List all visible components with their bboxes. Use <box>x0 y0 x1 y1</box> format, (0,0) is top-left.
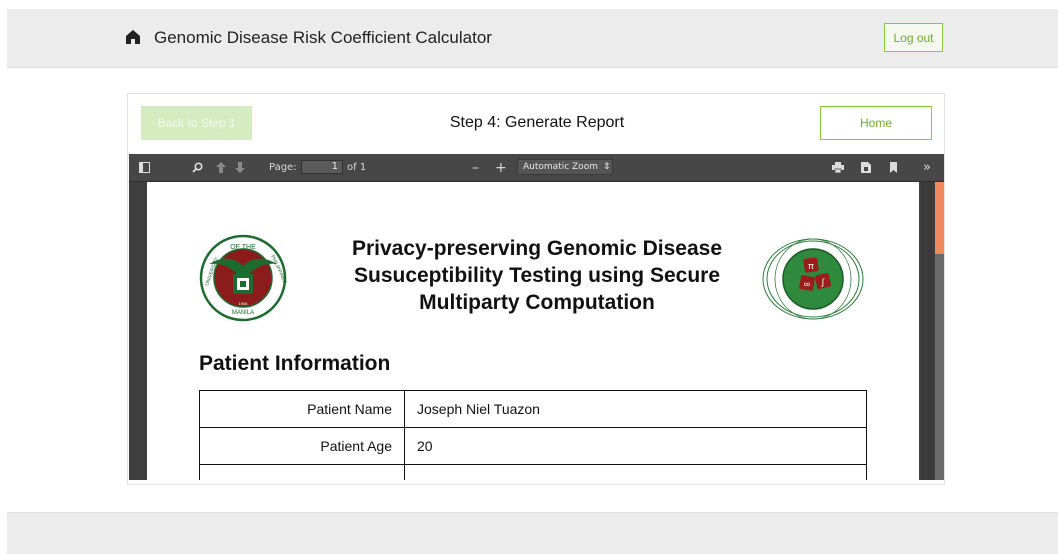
table-cell-label: Patient Name <box>199 390 405 428</box>
zoom-select[interactable]: Automatic Zoom ⇕ <box>517 159 613 175</box>
page-gutter <box>921 182 933 480</box>
patient-info-heading: Patient Information <box>199 352 391 375</box>
page-total: of 1 <box>347 162 367 173</box>
table-cell-value: 20 <box>404 427 867 465</box>
seal-bottom-text: MANILA <box>232 310 254 316</box>
seal-year: 1908 <box>239 301 249 306</box>
document-title-line: Privacy-preserving Genomic Disease <box>351 237 723 260</box>
page-label: Page: <box>269 162 297 173</box>
cas-logo: π ∞ ∫ <box>762 238 864 320</box>
scrollbar-track[interactable] <box>935 254 944 480</box>
next-page-icon[interactable] <box>235 154 245 181</box>
page-number-input[interactable]: 1 <box>301 160 343 174</box>
zoom-out-icon[interactable]: – <box>472 154 479 181</box>
table-row: Patient Name Joseph Niel Tuazon <box>199 390 867 428</box>
sidebar-toggle-icon[interactable] <box>139 154 150 181</box>
pdf-page: OF THE MANILA 1908 UNIVERSITY PHILIPPINE… <box>147 182 919 480</box>
scrollbar-thumb[interactable] <box>935 182 944 254</box>
table-row: Patient Age 20 <box>199 427 867 465</box>
tools-chevron-icon[interactable]: » <box>923 154 931 181</box>
zoom-select-value: Automatic Zoom <box>523 162 598 172</box>
patient-info-table: Patient Name Joseph Niel Tuazon Patient … <box>199 390 867 480</box>
previous-page-icon[interactable] <box>216 154 226 181</box>
pdf-viewer: Page: 1 of 1 – + Automatic Zoom ⇕ » OF T… <box>129 154 944 480</box>
pdf-toolbar: Page: 1 of 1 – + Automatic Zoom ⇕ » <box>129 154 944 182</box>
table-cell-label: Patient Age <box>199 427 405 465</box>
document-title-line: Susuceptibility Testing using Secure <box>353 264 720 287</box>
home-icon[interactable] <box>126 30 140 44</box>
bookmark-icon[interactable] <box>890 154 897 181</box>
up-manila-seal-logo: OF THE MANILA 1908 UNIVERSITY PHILIPPINE… <box>199 234 287 322</box>
table-cell-value <box>404 464 867 480</box>
svg-text:π: π <box>808 261 814 271</box>
step-title: Step 4: Generate Report <box>449 114 625 131</box>
zoom-in-icon[interactable]: + <box>495 154 507 181</box>
document-title: Privacy-preserving Genomic Disease Susuc… <box>327 235 747 316</box>
svg-text:∞: ∞ <box>804 279 810 289</box>
footer <box>7 512 1058 554</box>
table-cell-label <box>199 464 405 480</box>
seal-top-text: OF THE <box>230 244 256 251</box>
app-title: Genomic Disease Risk Coefficient Calcula… <box>154 28 492 47</box>
back-to-step1-button[interactable]: Back to Step 1 <box>141 106 252 140</box>
home-button[interactable]: Home <box>820 106 932 140</box>
top-navbar: Genomic Disease Risk Coefficient Calcula… <box>7 9 1058 68</box>
report-panel: Back to Step 1 Step 4: Generate Report H… <box>127 93 945 485</box>
download-icon[interactable] <box>861 154 871 181</box>
print-icon[interactable] <box>832 154 844 181</box>
table-row <box>199 464 867 480</box>
document-title-line: Multiparty Computation <box>419 291 655 314</box>
search-icon[interactable] <box>192 154 203 181</box>
logout-button[interactable]: Log out <box>884 23 943 52</box>
chevron-updown-icon: ⇕ <box>602 162 611 172</box>
table-cell-value: Joseph Niel Tuazon <box>404 390 867 428</box>
